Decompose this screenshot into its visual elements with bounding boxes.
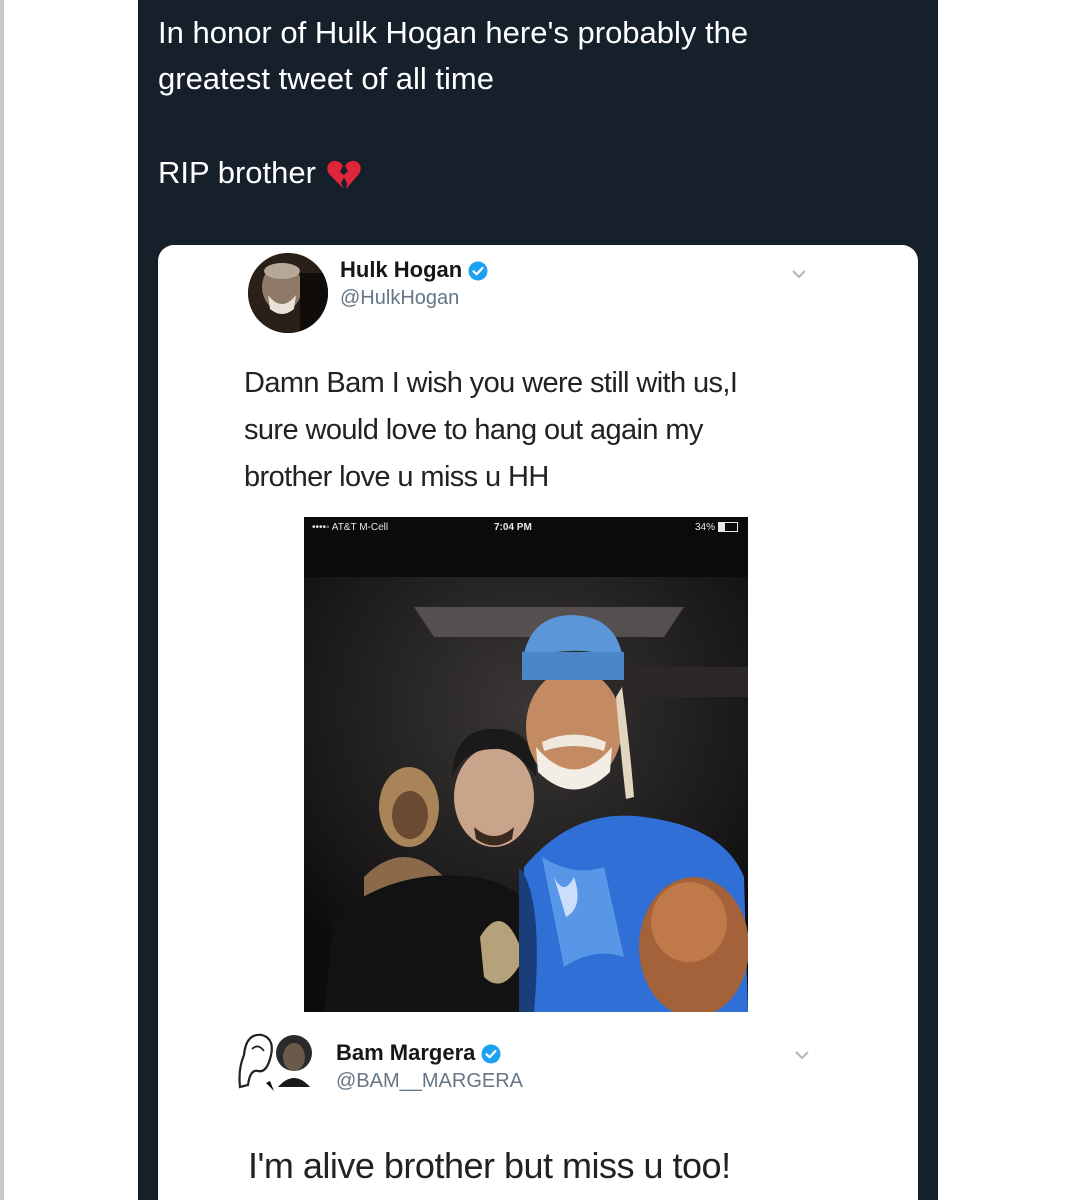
phone-screenshot[interactable]: ••••◦ AT&T M-Cell 7:04 PM 34% (304, 517, 748, 1012)
hulk-hogan-avatar[interactable] (248, 253, 328, 333)
bam-margera-avatar-image (236, 1025, 322, 1095)
post-text: In honor of Hulk Hogan here's probably t… (158, 10, 878, 196)
bam-margera-name-text: Bam Margera (336, 1040, 476, 1065)
post-text-line-1: In honor of Hulk Hogan here's probably t… (158, 15, 749, 50)
tweet-text-line-2: sure would love to hang out again my (244, 414, 703, 446)
post-container[interactable]: In honor of Hulk Hogan here's probably t… (138, 0, 938, 1200)
hulk-hogan-avatar-image (248, 253, 328, 333)
tweet-text-line-1: Damn Bam I wish you were still with us,I (244, 367, 738, 399)
post-text-line-2: greatest tweet of all time (158, 61, 494, 96)
bam-margera-name[interactable]: Bam Margera (336, 1040, 501, 1066)
left-edge-divider (0, 0, 4, 1200)
status-battery: 34% (695, 522, 738, 533)
verified-badge-icon (481, 1044, 501, 1064)
status-carrier: ••••◦ AT&T M-Cell (312, 522, 389, 533)
status-battery-text: 34% (694, 522, 715, 533)
photo-hulk-hogan-and-bam (304, 577, 748, 1012)
post-text-rip: RIP brother (158, 155, 316, 190)
broken-heart-icon (327, 160, 361, 189)
phone-status-bar: ••••◦ AT&T M-Cell 7:04 PM 34% (304, 517, 748, 539)
page: In honor of Hulk Hogan here's probably t… (0, 0, 1069, 1200)
post-text-line-3: RIP brother (158, 150, 878, 196)
battery-fill (719, 523, 726, 532)
hulk-hogan-tweet-text: Damn Bam I wish you were still with us,I… (244, 360, 844, 501)
bam-margera-reply-text: I'm alive brother but miss u too! (248, 1145, 731, 1186)
verified-badge-icon (468, 261, 488, 281)
hulk-hogan-handle[interactable]: @HulkHogan (340, 287, 459, 310)
chevron-down-icon[interactable] (794, 1050, 810, 1060)
hulk-hogan-name[interactable]: Hulk Hogan (340, 257, 488, 283)
bam-margera-handle[interactable]: @BAM__MARGERA (336, 1070, 523, 1093)
bam-margera-avatar[interactable] (236, 1025, 322, 1095)
hulk-hogan-name-text: Hulk Hogan (340, 257, 463, 282)
chevron-down-icon[interactable] (791, 269, 807, 279)
tweet-text-line-3: brother love u miss u HH (244, 461, 549, 493)
status-time: 7:04 PM (494, 522, 532, 533)
battery-icon (718, 522, 738, 533)
embedded-image-card[interactable]: Hulk Hogan @HulkHogan Damn Bam I wish yo… (158, 245, 918, 1200)
